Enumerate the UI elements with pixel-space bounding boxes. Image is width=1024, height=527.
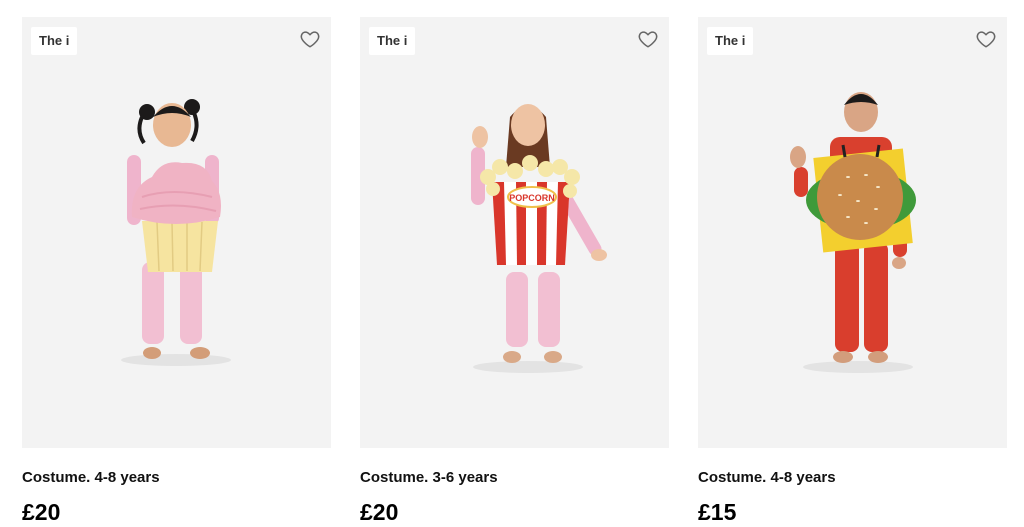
heart-outline-icon[interactable] <box>637 28 659 50</box>
product-image[interactable]: POPCORN The i <box>360 17 669 448</box>
product-title[interactable]: Costume. 4-8 years <box>698 469 836 486</box>
product-price: £15 <box>698 499 737 525</box>
heart-outline-icon[interactable] <box>299 28 321 50</box>
product-image[interactable]: The i <box>698 17 1007 448</box>
product-image[interactable]: The i <box>22 17 331 448</box>
product-title[interactable]: Costume. 3-6 years <box>360 469 498 486</box>
product-grid: The i Costume. 4-8 years £20 POPCORN The… <box>0 0 1024 527</box>
heart-outline-icon[interactable] <box>975 28 997 50</box>
product-title[interactable]: Costume. 4-8 years <box>22 469 160 486</box>
product-card[interactable]: The i Costume. 4-8 years £15 <box>698 17 1007 525</box>
product-badge: The i <box>369 27 416 55</box>
product-card[interactable]: The i Costume. 4-8 years £20 <box>22 17 331 525</box>
product-card[interactable]: POPCORN The i Costume. 3-6 years £20 <box>360 17 669 525</box>
product-price: £20 <box>22 499 61 525</box>
popcorn-costume-image: POPCORN <box>471 104 607 373</box>
product-badge: The i <box>31 27 78 55</box>
product-price: £20 <box>360 499 399 525</box>
cupcake-costume-image <box>121 99 231 366</box>
product-badge: The i <box>707 27 754 55</box>
burger-costume-image <box>790 92 916 373</box>
costume-print-text: POPCORN <box>509 193 555 203</box>
